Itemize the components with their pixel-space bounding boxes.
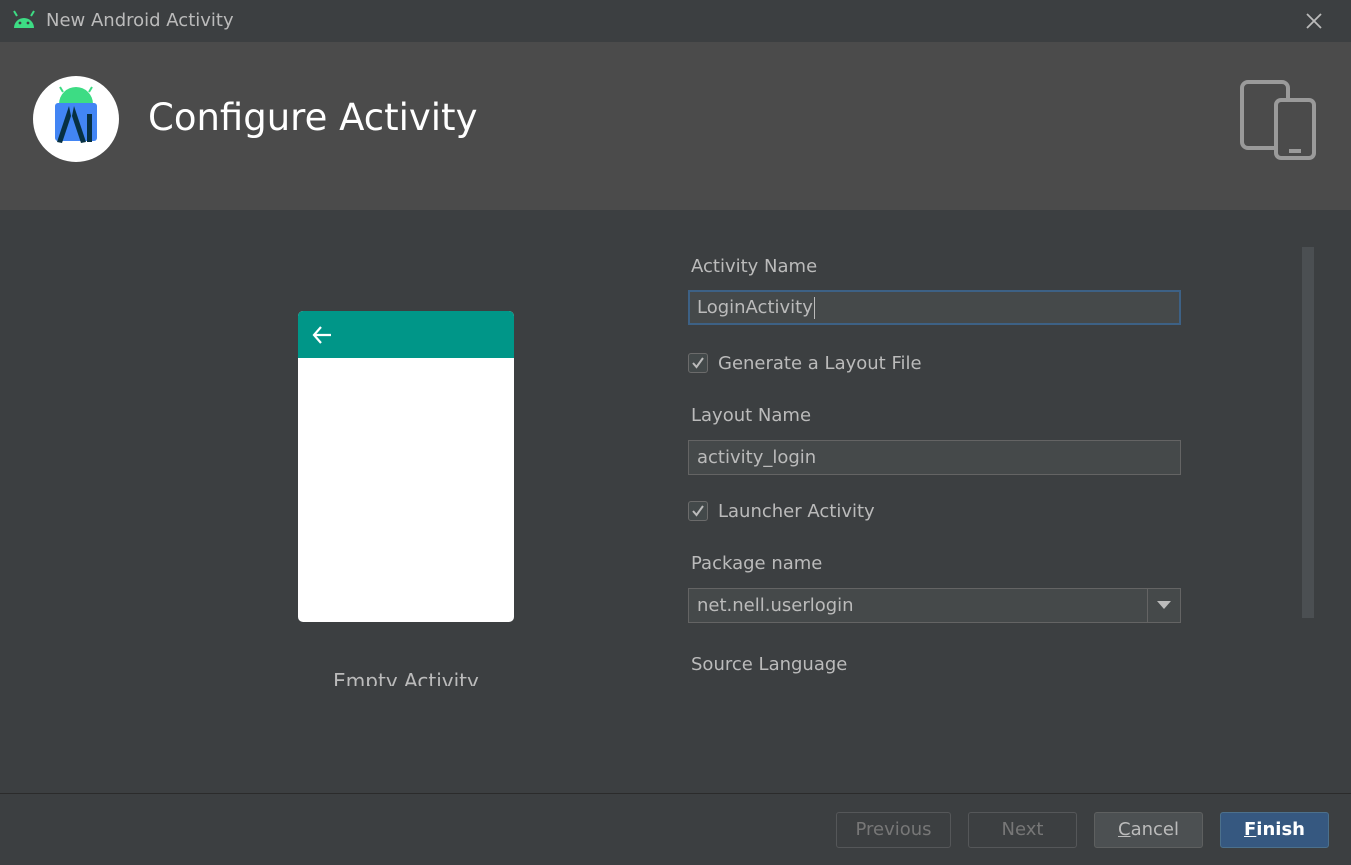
launcher-activity-label[interactable]: Launcher Activity bbox=[718, 501, 875, 522]
close-icon[interactable] bbox=[1301, 8, 1327, 34]
next-button[interactable]: Next bbox=[968, 812, 1077, 848]
checkmark-icon bbox=[692, 505, 704, 517]
preview-app-bar bbox=[298, 311, 514, 358]
android-studio-logo bbox=[33, 76, 119, 162]
checkmark-icon bbox=[692, 357, 704, 369]
chevron-down-icon bbox=[1157, 601, 1171, 609]
package-name-dropdown-button[interactable] bbox=[1147, 589, 1181, 622]
generate-layout-checkbox[interactable] bbox=[688, 353, 708, 373]
vertical-scrollbar[interactable] bbox=[1302, 247, 1314, 618]
android-icon bbox=[13, 10, 35, 28]
activity-name-label: Activity Name bbox=[691, 256, 818, 277]
launcher-activity-checkbox[interactable] bbox=[688, 501, 708, 521]
layout-name-label: Layout Name bbox=[691, 405, 812, 426]
package-name-label: Package name bbox=[691, 553, 823, 574]
package-name-combobox[interactable]: net.nell.userlogin bbox=[688, 588, 1181, 623]
generate-layout-label[interactable]: Generate a Layout File bbox=[718, 353, 922, 374]
preview-caption: Empty Activity bbox=[333, 669, 479, 686]
text-caret bbox=[813, 297, 815, 319]
title-bar: New Android Activity bbox=[0, 0, 1351, 42]
previous-button[interactable]: Previous bbox=[836, 812, 951, 848]
back-arrow-icon bbox=[312, 326, 331, 344]
activity-name-input[interactable]: LoginActivity bbox=[688, 290, 1181, 325]
finish-button[interactable]: Finish bbox=[1220, 812, 1329, 848]
cancel-button[interactable]: Cancel bbox=[1094, 812, 1203, 848]
source-language-label: Source Language bbox=[691, 654, 848, 675]
window-title: New Android Activity bbox=[46, 10, 234, 31]
layout-name-input[interactable]: activity_login bbox=[688, 440, 1181, 475]
footer-divider bbox=[0, 793, 1351, 794]
page-title: Configure Activity bbox=[148, 96, 478, 139]
devices-icon bbox=[1240, 80, 1316, 160]
activity-preview bbox=[298, 311, 514, 622]
